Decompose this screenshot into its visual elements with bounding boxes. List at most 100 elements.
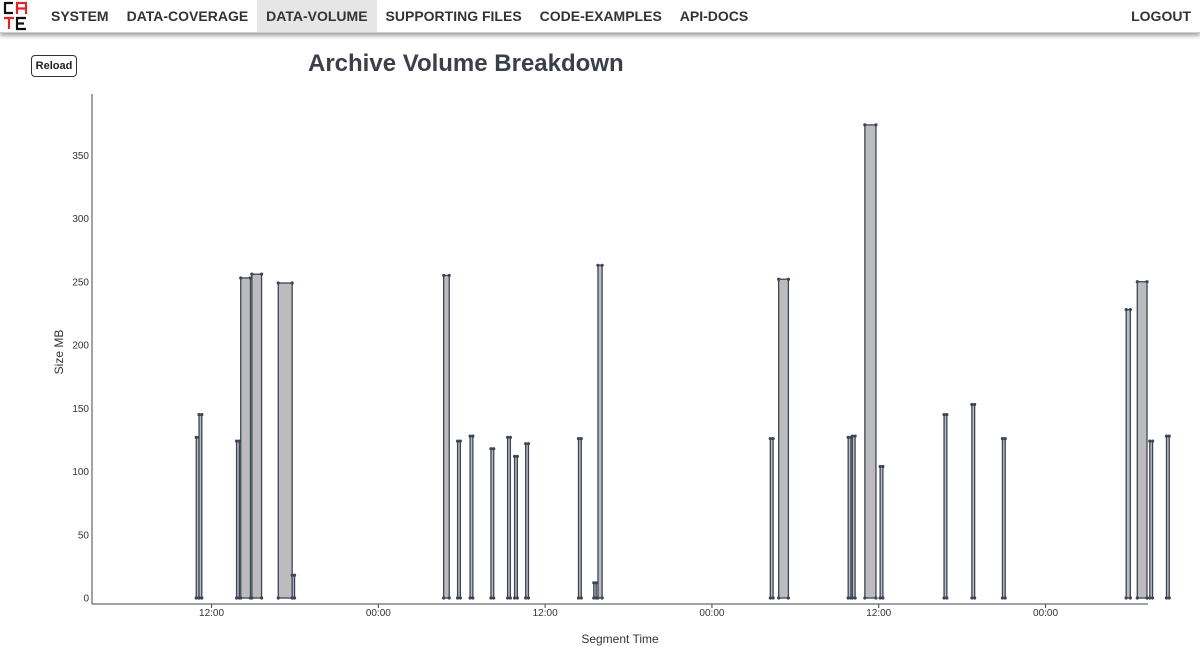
- chart-bars: [194, 123, 1171, 600]
- bar-vertex-marker: [600, 596, 604, 600]
- bar-vertex-marker: [250, 272, 254, 276]
- volume-bar[interactable]: [864, 124, 877, 599]
- bar-vertex-marker: [1135, 280, 1139, 284]
- volume-bar[interactable]: [513, 455, 518, 599]
- bar-vertex-marker: [276, 596, 280, 600]
- bar-vertex-marker: [600, 263, 604, 267]
- volume-bar[interactable]: [1001, 437, 1006, 599]
- bar-vertex-marker: [1003, 437, 1007, 441]
- bar-vertex-marker: [863, 596, 867, 600]
- bar-vertex-marker: [1150, 439, 1155, 443]
- volume-bar[interactable]: [577, 437, 582, 599]
- bar-vertex-marker: [1150, 596, 1155, 600]
- bar-vertex-marker: [786, 596, 790, 600]
- bar-vertex-marker: [290, 281, 294, 285]
- volume-bar[interactable]: [443, 274, 450, 599]
- bar-vertex-marker: [259, 596, 264, 600]
- bar-vertex-marker: [455, 596, 460, 600]
- bar-vertex-marker: [942, 596, 946, 600]
- bar-vertex-marker: [447, 596, 451, 600]
- volume-bar[interactable]: [251, 273, 263, 599]
- volume-bar[interactable]: [1149, 440, 1154, 599]
- bar-vertex-marker: [973, 402, 977, 407]
- volume-bar[interactable]: [277, 282, 293, 599]
- y-tick-label: 150: [72, 404, 89, 415]
- bar-vertex-marker: [1000, 596, 1005, 600]
- y-tick-label: 50: [78, 530, 90, 541]
- bar-vertex-marker: [489, 596, 493, 600]
- bar-vertex-marker: [197, 596, 201, 600]
- bar-vertex-marker: [1164, 434, 1169, 438]
- bar-vertex-marker: [442, 273, 446, 278]
- y-tick-label: 350: [72, 151, 89, 162]
- volume-bar[interactable]: [1136, 281, 1148, 599]
- y-tick-label: 250: [72, 277, 89, 288]
- volume-bar[interactable]: [240, 277, 252, 599]
- bar-vertex-marker: [455, 439, 460, 443]
- volume-bar[interactable]: [851, 435, 856, 599]
- volume-bar[interactable]: [525, 443, 530, 599]
- x-tick-label: 12:00: [199, 608, 224, 619]
- y-tick-label: 300: [72, 214, 89, 225]
- bar-vertex-marker: [942, 412, 946, 417]
- bar-vertex-marker: [200, 596, 204, 600]
- volume-bar[interactable]: [1165, 435, 1170, 599]
- bar-vertex-marker: [1124, 596, 1128, 600]
- bar-vertex-marker: [506, 596, 510, 600]
- volume-bar[interactable]: [469, 435, 474, 599]
- bar-vertex-marker: [515, 454, 519, 458]
- volume-bar[interactable]: [597, 264, 603, 599]
- x-tick-label: 00:00: [699, 608, 724, 619]
- bar-vertex-marker: [853, 434, 857, 438]
- bar-vertex-marker: [1128, 596, 1132, 600]
- bar-vertex-marker: [878, 464, 882, 469]
- volume-bar[interactable]: [506, 436, 512, 599]
- y-tick-label: 100: [72, 467, 89, 478]
- volume-bar[interactable]: [1125, 308, 1131, 599]
- bar-vertex-marker: [576, 437, 581, 441]
- x-tick-label: 00:00: [366, 608, 391, 619]
- bar-vertex-marker: [292, 573, 297, 577]
- bar-vertex-marker: [881, 464, 885, 469]
- bar-vertex-marker: [508, 596, 512, 600]
- volume-bar[interactable]: [943, 413, 948, 599]
- volume-bar[interactable]: [456, 440, 462, 599]
- volume-bar[interactable]: [971, 403, 976, 599]
- bar-vertex-marker: [1124, 307, 1128, 312]
- bar-vertex-marker: [524, 442, 528, 446]
- volume-bar[interactable]: [593, 582, 597, 599]
- bar-vertex-marker: [194, 596, 198, 600]
- bar-vertex-marker: [250, 596, 254, 600]
- bar-vertex-marker: [874, 123, 878, 127]
- bar-vertex-marker: [777, 277, 781, 281]
- bar-vertex-marker: [1164, 596, 1169, 600]
- bar-vertex-marker: [846, 435, 850, 439]
- y-axis-ticks: 0 50 100 150 200 250 300 350: [72, 151, 89, 605]
- bar-vertex-marker: [197, 412, 201, 417]
- y-tick-label: 0: [83, 594, 89, 605]
- bar-vertex-marker: [442, 596, 446, 600]
- bar-vertex-marker: [768, 596, 772, 600]
- y-tick-label: 200: [72, 341, 89, 352]
- volume-bar[interactable]: [778, 278, 790, 599]
- volume-bar[interactable]: [847, 436, 852, 599]
- bar-vertex-marker: [239, 276, 243, 280]
- volume-bar[interactable]: [490, 448, 495, 599]
- bar-vertex-marker: [1167, 596, 1171, 600]
- bar-vertex-marker: [506, 435, 510, 439]
- bar-vertex-marker: [970, 596, 974, 600]
- bar-vertex-marker: [447, 273, 451, 278]
- bar-vertex-marker: [970, 402, 974, 407]
- bar-vertex-marker: [492, 596, 496, 600]
- bar-vertex-marker: [1148, 439, 1152, 443]
- bar-vertex-marker: [786, 277, 790, 281]
- bar-vertex-marker: [515, 596, 519, 600]
- volume-bar[interactable]: [198, 413, 203, 599]
- volume-bar[interactable]: [769, 437, 774, 599]
- bar-vertex-marker: [850, 434, 854, 438]
- volume-bar[interactable]: [235, 440, 240, 599]
- volume-bar[interactable]: [879, 465, 884, 599]
- bar-vertex-marker: [771, 437, 775, 441]
- bar-vertex-marker: [526, 596, 531, 600]
- volume-bar[interactable]: [291, 574, 296, 599]
